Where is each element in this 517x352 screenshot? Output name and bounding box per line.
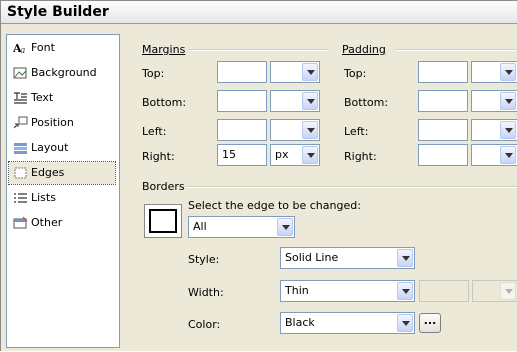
style-builder-window: Style Builder Aa Font Background Text Po… [0, 0, 517, 351]
background-icon [13, 67, 27, 79]
color-picker-button[interactable]: ... [419, 313, 441, 333]
border-width-select[interactable]: Thin [280, 280, 415, 302]
border-width-value-input[interactable] [419, 280, 469, 302]
chevron-down-icon[interactable] [500, 92, 516, 110]
border-style-select[interactable]: Solid Line [280, 247, 415, 269]
padding-left-label: Left: [344, 125, 369, 138]
margins-divider [188, 49, 328, 51]
category-label: Edges [31, 166, 65, 179]
chevron-down-icon[interactable] [397, 282, 413, 300]
padding-top-unit-select[interactable] [471, 61, 517, 83]
edges-icon [14, 167, 27, 179]
margin-top-label: Top: [142, 67, 165, 80]
margin-right-unit-value: px [275, 148, 289, 161]
padding-bottom-unit-select[interactable] [471, 90, 517, 112]
title-bar: Style Builder [1, 1, 517, 24]
category-layout[interactable]: Layout [9, 137, 115, 159]
position-icon [13, 116, 28, 129]
category-lists[interactable]: Lists [9, 187, 115, 209]
category-label: Other [31, 216, 63, 229]
margin-left-unit-select[interactable] [270, 119, 320, 141]
padding-bottom-label: Bottom: [344, 96, 389, 109]
window-title: Style Builder [7, 4, 109, 20]
category-background[interactable]: Background [9, 62, 115, 84]
category-label: Text [31, 91, 54, 104]
font-icon: Aa [13, 42, 25, 55]
color-label: Color: [188, 318, 221, 331]
margin-bottom-label: Bottom: [142, 96, 187, 109]
category-list: Aa Font Background Text Position Layout … [6, 34, 120, 348]
padding-top-label: Top: [344, 67, 367, 80]
margin-top-input[interactable] [217, 61, 267, 83]
padding-top-input[interactable] [418, 61, 468, 83]
padding-right-label: Right: [344, 150, 377, 163]
padding-left-input[interactable] [418, 119, 468, 141]
margin-left-input[interactable] [217, 119, 267, 141]
style-label: Style: [188, 253, 220, 266]
borders-heading: Borders [142, 180, 185, 193]
margin-bottom-input[interactable] [217, 90, 267, 112]
padding-right-input[interactable] [418, 144, 468, 166]
category-font[interactable]: Aa Font [9, 37, 115, 59]
chevron-down-icon[interactable] [500, 146, 516, 164]
margin-bottom-unit-select[interactable] [270, 90, 320, 112]
chevron-down-icon[interactable] [302, 63, 318, 81]
border-style-value: Solid Line [285, 251, 339, 264]
chevron-down-icon[interactable] [500, 121, 516, 139]
chevron-down-icon[interactable] [500, 63, 516, 81]
lists-icon [14, 193, 27, 203]
category-label: Font [31, 41, 55, 54]
borders-divider [186, 186, 517, 188]
svg-text:a: a [20, 46, 25, 55]
layout-icon [14, 143, 27, 154]
edge-prompt: Select the edge to be changed: [188, 199, 361, 212]
category-position[interactable]: Position [9, 112, 115, 134]
text-icon [14, 92, 27, 104]
margin-right-unit-select[interactable]: px [270, 144, 320, 166]
chevron-down-icon[interactable] [397, 249, 413, 267]
chevron-down-icon[interactable] [302, 92, 318, 110]
padding-heading: Padding [342, 43, 386, 56]
category-label: Position [31, 116, 74, 129]
chevron-down-icon[interactable] [277, 218, 293, 236]
edge-select-value: All [193, 220, 207, 233]
margin-top-unit-select[interactable] [270, 61, 320, 83]
border-width-value: Thin [285, 284, 309, 297]
padding-left-unit-select[interactable] [471, 119, 517, 141]
chevron-down-icon[interactable] [302, 121, 318, 139]
other-icon [13, 216, 28, 229]
category-label: Lists [31, 191, 56, 204]
category-label: Background [31, 66, 97, 79]
edge-preview-border [149, 209, 177, 233]
margins-heading: Margins [142, 43, 186, 56]
padding-bottom-input[interactable] [418, 90, 468, 112]
category-text[interactable]: Text [9, 87, 115, 109]
margin-right-input[interactable]: 15 [217, 144, 267, 166]
border-color-select[interactable]: Black [280, 312, 415, 334]
chevron-down-icon[interactable] [397, 314, 413, 332]
edges-panel: Margins Top: Bottom: Left: Right: 15 px … [128, 34, 517, 352]
chevron-down-icon[interactable] [302, 146, 318, 164]
edge-select[interactable]: All [188, 216, 295, 238]
category-edges[interactable]: Edges [8, 161, 116, 185]
category-label: Layout [31, 141, 69, 154]
padding-right-unit-select[interactable] [471, 144, 517, 166]
chevron-down-icon[interactable] [500, 282, 516, 300]
border-color-value: Black [285, 316, 315, 329]
margin-left-label: Left: [142, 125, 167, 138]
edge-preview-box[interactable] [144, 204, 182, 238]
width-label: Width: [188, 286, 224, 299]
category-other[interactable]: Other [9, 212, 115, 234]
padding-divider [395, 49, 517, 51]
margin-right-label: Right: [142, 150, 175, 163]
border-width-unit-select[interactable] [472, 280, 517, 302]
